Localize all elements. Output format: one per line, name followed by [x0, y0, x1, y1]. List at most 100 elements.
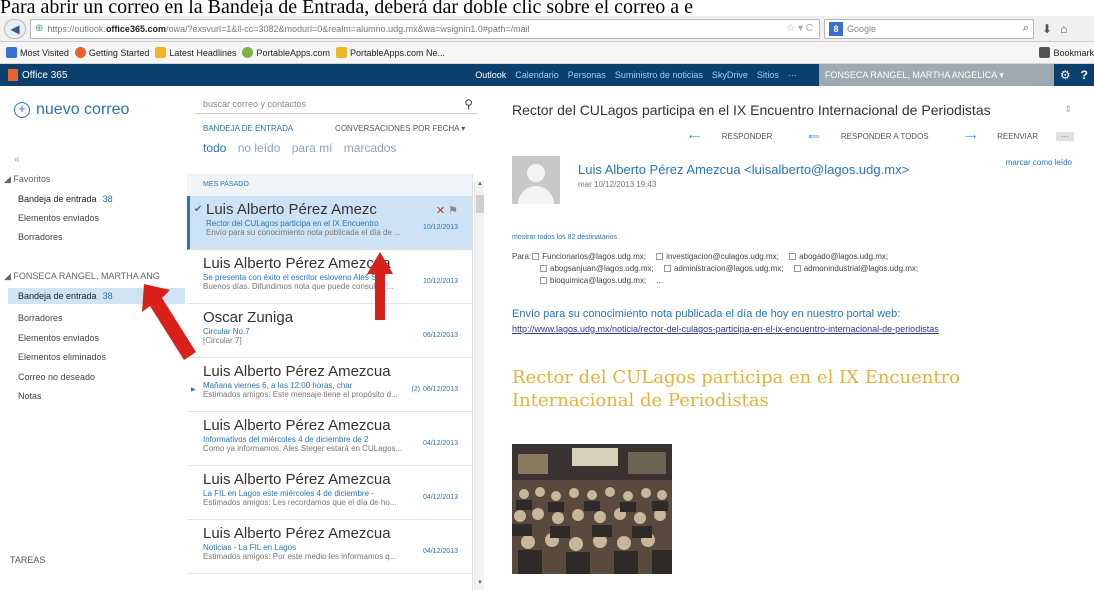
scroll-down-icon[interactable]: ▼	[475, 580, 485, 590]
fav-inbox[interactable]: Bandeja de entrada 38	[18, 194, 113, 204]
bookmark-star-icon[interactable]: ☆ ▾ C	[786, 23, 813, 34]
bookmark-portableapps[interactable]: PortableApps.com	[242, 47, 330, 58]
folder-deleted[interactable]: Elementos eliminados	[18, 352, 106, 362]
recipient[interactable]: bioquimica@lagos.udg.mx;	[540, 275, 646, 287]
help-icon[interactable]: ?	[1081, 68, 1088, 82]
forward-icon: ⟶	[964, 132, 977, 141]
message-subject: Mañana viernes 6, a las 12:00 horas, cha…	[203, 381, 353, 390]
email-date: mar 10/12/2013 19:43	[578, 180, 657, 189]
red-arrow-inbox	[142, 284, 196, 360]
search-icon[interactable]: ⚲	[464, 97, 473, 111]
contact-icon	[656, 253, 664, 260]
pin-icon[interactable]: ⇕	[1064, 104, 1072, 115]
message-date: 04/12/2013	[422, 440, 458, 447]
filter-unread[interactable]: no leído	[238, 141, 281, 155]
more-actions-button[interactable]: ···	[1056, 132, 1074, 141]
back-arrow-icon[interactable]: ◀	[4, 18, 26, 39]
app-outlook[interactable]: Outlook	[475, 70, 506, 80]
message-item[interactable]: ▶ Luis Alberto Pérez Amezcua Mañana vier…	[187, 358, 472, 412]
message-list-scrollbar[interactable]: ▲ ▼	[474, 181, 484, 590]
unread-count: 38	[102, 291, 113, 301]
message-item[interactable]: Luis Alberto Pérez Amezcua Informativos …	[187, 412, 472, 466]
search-icon[interactable]: ⌕	[1023, 22, 1029, 35]
article-headline: Rector del CULagos participa en el IX En…	[512, 367, 961, 411]
message-item[interactable]: Luis Alberto Pérez Amezcua Se presenta c…	[187, 250, 472, 304]
folder-notes[interactable]: Notas	[18, 391, 42, 401]
app-skydrive[interactable]: SkyDrive	[712, 70, 748, 80]
message-date: 06/12/2013	[422, 386, 458, 393]
recipient[interactable]: abogado@lagos.udg.mx;	[789, 251, 888, 263]
email-sender[interactable]: Luis Alberto Pérez Amezcua <luisalberto@…	[578, 162, 909, 177]
bookmarks-icon	[1039, 47, 1051, 58]
recipient[interactable]: abogsanjuan@lagos.udg.mx;	[540, 263, 654, 275]
bookmark-portableapps-news[interactable]: PortableApps.com Ne...	[336, 47, 445, 58]
message-item[interactable]: Oscar Zuniga Circular No.7 [Circular 7] …	[187, 304, 472, 358]
message-item[interactable]: Luis Alberto Pérez Amezcua La FIL en Lag…	[187, 466, 472, 520]
app-suministro-noticias[interactable]: Suministro de noticias	[615, 70, 703, 80]
reply-button[interactable]: ⟵ RESPONDER	[671, 132, 772, 141]
unread-count: 38	[102, 194, 113, 204]
folder-drafts[interactable]: Borradores	[18, 313, 63, 323]
bookmarks-menu[interactable]: Bookmark	[1039, 47, 1094, 58]
app-sitios[interactable]: Sitios	[757, 70, 779, 80]
bookmark-getting-started[interactable]: Getting Started	[74, 47, 149, 58]
flag-icon[interactable]: ⚑	[448, 205, 458, 217]
folder-sent[interactable]: Elementos enviados	[18, 333, 99, 343]
download-icon[interactable]: ⬇	[1042, 22, 1052, 36]
scroll-up-icon[interactable]: ▲	[475, 181, 485, 191]
mark-as-read-link[interactable]: marcar como leído	[1006, 158, 1072, 167]
forward-button[interactable]: ⟶ REENVIAR	[947, 132, 1038, 141]
app-more[interactable]: ···	[788, 70, 797, 80]
fav-drafts[interactable]: Borradores	[18, 232, 63, 242]
account-header[interactable]: ◢ FONSECA RANGEL, MARTHA ANG	[4, 271, 160, 282]
office365-navbar: Office 365 Outlook Calendario Personas S…	[0, 64, 1094, 86]
folder-junk[interactable]: Correo no deseado	[18, 372, 95, 382]
expand-thread-icon[interactable]: ▶	[191, 386, 196, 393]
article-photo[interactable]	[512, 444, 672, 574]
filter-all[interactable]: todo	[203, 141, 226, 155]
site-identity-icon[interactable]: ⊕	[35, 23, 43, 34]
user-menu[interactable]: FONSECA RANGEL, MARTHA ANGELICA ▾	[818, 64, 1054, 86]
mail-search-input[interactable]: buscar correo y contactos ⚲	[195, 94, 477, 114]
favorites-header[interactable]: ◢ Favoritos	[4, 174, 50, 185]
reply-all-icon: ⟸	[808, 132, 820, 141]
email-body-link[interactable]: http://www.lagos.udg.mx/noticia/rector-d…	[512, 324, 939, 334]
check-icon[interactable]: ✔	[194, 204, 202, 215]
bookmark-latest-headlines[interactable]: Latest Headlines	[155, 47, 236, 58]
instruction-caption: Para abrir un correo en la Bandeja de En…	[0, 0, 693, 16]
home-icon[interactable]: ⌂	[1060, 22, 1067, 36]
sort-dropdown[interactable]: CONVERSACIONES POR FECHA ▾	[335, 124, 465, 133]
browser-search-input[interactable]: 8 Google ⌕	[824, 18, 1034, 39]
collapse-pane-button[interactable]: «	[14, 154, 20, 165]
tasks-link[interactable]: TAREAS	[10, 555, 45, 565]
recipient[interactable]: administracion@lagos.udg.mx;	[663, 263, 784, 275]
gear-icon[interactable]: ⚙	[1060, 68, 1071, 82]
bookmark-most-visited[interactable]: Most Visited	[6, 47, 69, 58]
show-all-recipients-link[interactable]: mostrar todos los 82 destinatarios	[512, 234, 617, 241]
app-calendario[interactable]: Calendario	[515, 70, 559, 80]
filter-to-me[interactable]: para mí	[292, 141, 333, 155]
url-bar[interactable]: ⊕ https://outlook. office365.com/owa/?exs…	[30, 18, 820, 39]
recipient[interactable]: admonindustrial@lagos.udg.mx;	[793, 263, 918, 275]
url-path: /owa/?exsvurl=1&ll-cc=3082&modurl=0&real…	[165, 23, 530, 34]
recipient[interactable]: investigacion@culagos.udg.mx;	[656, 251, 779, 263]
sender-avatar[interactable]	[512, 156, 560, 204]
plus-icon: +	[14, 102, 30, 118]
reply-all-button[interactable]: ⟸ RESPONDER A TODOS	[790, 132, 928, 141]
recipient[interactable]: Funcionarios@lagos.udg.mx;	[532, 251, 646, 263]
reply-icon: ⟵	[689, 132, 701, 141]
delete-flag-icons[interactable]: ✕ ⚑	[436, 204, 458, 217]
office365-logo[interactable]: Office 365	[8, 69, 67, 81]
filter-flagged[interactable]: marcados	[344, 141, 397, 155]
new-mail-button[interactable]: + nuevo correo	[14, 101, 129, 119]
message-item[interactable]: Luis Alberto Pérez Amezcua Noticias - La…	[187, 520, 472, 574]
more-recipients[interactable]: ...	[656, 275, 663, 287]
portableapps-icon	[242, 47, 254, 58]
message-date: 10/12/2013	[422, 224, 458, 231]
app-personas[interactable]: Personas	[568, 70, 606, 80]
scroll-thumb[interactable]	[476, 195, 484, 213]
message-item[interactable]: ✔ Luis Alberto Pérez Amezc Rector del CU…	[187, 196, 472, 250]
message-sender: Luis Alberto Pérez Amezcua	[203, 417, 391, 434]
message-subject: Rector del CULagos participa en el IX En…	[206, 219, 379, 228]
fav-sent[interactable]: Elementos enviados	[18, 213, 99, 223]
